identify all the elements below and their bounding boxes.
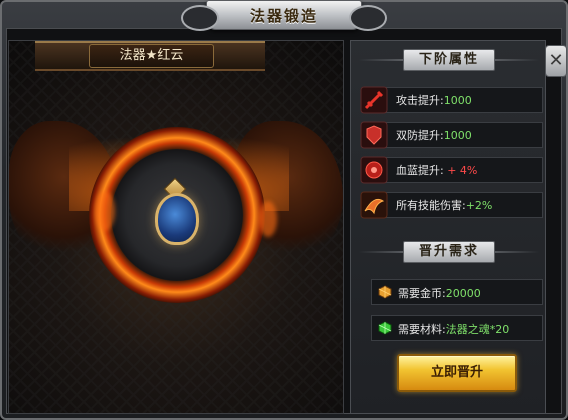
attribute-row-defense: 双防提升:1000	[360, 121, 543, 149]
attribute-value: +2%	[465, 199, 493, 212]
flame-spot-right	[259, 201, 277, 237]
gold-coin-icon	[378, 285, 392, 299]
requirement-label: 需要金币:	[398, 287, 446, 300]
attribute-value: + 4%	[443, 164, 478, 177]
skill-damage-icon	[360, 191, 388, 219]
next-attributes-title: 下阶属性	[403, 49, 495, 71]
attribute-label: 攻击提升:	[396, 94, 444, 107]
sword-attack-icon	[360, 86, 388, 114]
attribute-row-hp-mp: 血蓝提升: + 4%	[360, 156, 543, 184]
attribute-label: 所有技能伤害:	[396, 199, 466, 212]
item-name: 法器★红云	[119, 48, 184, 63]
attribute-label: 血蓝提升:	[396, 164, 444, 177]
requirement-label: 需要材料:	[398, 323, 446, 336]
attribute-row-attack: 攻击提升:1000	[360, 86, 543, 114]
green-gem-icon	[378, 321, 392, 335]
flame-spot-left	[95, 191, 115, 231]
artifact-emblem-icon[interactable]	[155, 193, 199, 245]
requirements-header: 晋升需求	[351, 239, 547, 265]
close-button[interactable]: ✕	[545, 45, 567, 77]
armor-defense-icon	[360, 121, 388, 149]
window-title-plaque: 法器锻造	[181, 0, 387, 31]
requirement-row-material: 需要材料:法器之魂*20	[371, 315, 543, 341]
requirements-title: 晋升需求	[403, 241, 495, 263]
upgrade-now-button[interactable]: 立即晋升	[397, 354, 517, 392]
window-title: 法器锻造	[249, 7, 318, 25]
requirement-row-gold: 需要金币:20000	[371, 279, 543, 305]
artifact-display: 法器★红云	[8, 40, 344, 414]
blood-mana-icon	[360, 156, 388, 184]
attribute-value: 1000	[443, 94, 472, 107]
attribute-value: 1000	[443, 129, 472, 142]
attribute-row-skill-damage: 所有技能伤害:+2%	[360, 191, 543, 219]
requirement-value: 20000	[445, 287, 481, 300]
next-attributes-header: 下阶属性	[351, 47, 547, 73]
attribute-label: 双防提升:	[396, 129, 444, 142]
item-name-banner: 法器★红云	[89, 44, 214, 68]
requirement-value: 法器之魂*20	[445, 323, 510, 336]
